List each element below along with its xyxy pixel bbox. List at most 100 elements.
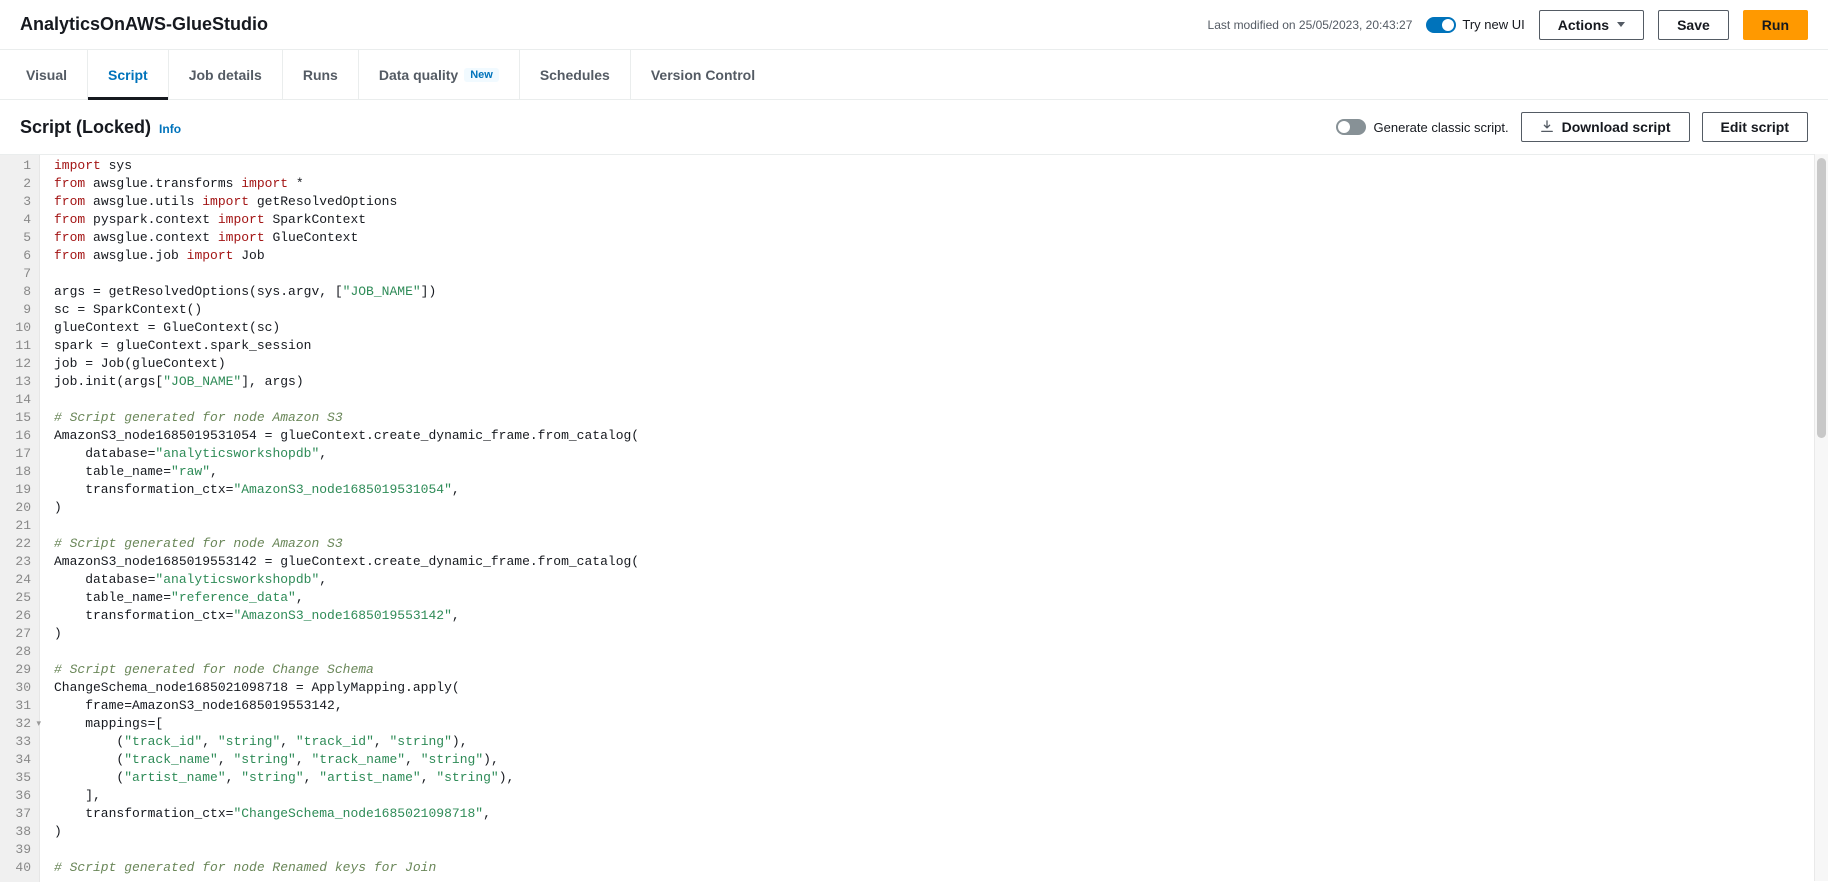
line-number: 18 bbox=[4, 463, 31, 481]
download-script-label: Download script bbox=[1562, 119, 1671, 135]
code-line[interactable] bbox=[54, 841, 1828, 859]
tabs-bar: Visual Script Job details Runs Data qual… bbox=[0, 50, 1828, 100]
line-number: 23 bbox=[4, 553, 31, 571]
code-line[interactable]: ) bbox=[54, 499, 1828, 517]
tab-version-control[interactable]: Version Control bbox=[631, 50, 775, 99]
job-title: AnalyticsOnAWS-GlueStudio bbox=[20, 14, 268, 35]
tab-label: Job details bbox=[189, 67, 262, 83]
generate-classic-toggle[interactable]: Generate classic script. bbox=[1336, 119, 1509, 135]
scrollbar-thumb[interactable] bbox=[1817, 158, 1826, 438]
code-line[interactable] bbox=[54, 265, 1828, 283]
line-number: 34 bbox=[4, 751, 31, 769]
info-link[interactable]: Info bbox=[159, 122, 181, 136]
download-script-button[interactable]: Download script bbox=[1521, 112, 1690, 142]
code-line[interactable]: transformation_ctx="AmazonS3_node1685019… bbox=[54, 481, 1828, 499]
code-line[interactable] bbox=[54, 643, 1828, 661]
code-line[interactable]: job.init(args["JOB_NAME"], args) bbox=[54, 373, 1828, 391]
code-line[interactable]: ("track_id", "string", "track_id", "stri… bbox=[54, 733, 1828, 751]
code-line[interactable]: glueContext = GlueContext(sc) bbox=[54, 319, 1828, 337]
line-number: 38 bbox=[4, 823, 31, 841]
run-button[interactable]: Run bbox=[1743, 10, 1808, 40]
toggle-switch-icon[interactable] bbox=[1426, 17, 1456, 33]
code-line[interactable]: ) bbox=[54, 625, 1828, 643]
tab-runs[interactable]: Runs bbox=[283, 50, 359, 99]
toggle-off-icon[interactable] bbox=[1336, 119, 1366, 135]
tab-label: Version Control bbox=[651, 67, 755, 83]
line-number: 13 bbox=[4, 373, 31, 391]
code-line[interactable]: ) bbox=[54, 823, 1828, 841]
script-locked-title: Script (Locked) bbox=[20, 117, 151, 138]
code-line[interactable]: table_name="raw", bbox=[54, 463, 1828, 481]
try-new-ui-toggle[interactable]: Try new UI bbox=[1426, 17, 1524, 33]
code-line[interactable]: mappings=[ bbox=[54, 715, 1828, 733]
code-line[interactable]: database="analyticsworkshopdb", bbox=[54, 445, 1828, 463]
tab-script[interactable]: Script bbox=[88, 50, 169, 99]
code-line[interactable]: # Script generated for node Renamed keys… bbox=[54, 859, 1828, 877]
code-editor[interactable]: 1234567891011121314151617181920212223242… bbox=[0, 155, 1828, 882]
code-line[interactable]: ], bbox=[54, 787, 1828, 805]
code-line[interactable]: AmazonS3_node1685019553142 = glueContext… bbox=[54, 553, 1828, 571]
tab-job-details[interactable]: Job details bbox=[169, 50, 283, 99]
tab-visual[interactable]: Visual bbox=[6, 50, 88, 99]
code-line[interactable]: # Script generated for node Change Schem… bbox=[54, 661, 1828, 679]
code-line[interactable]: from pyspark.context import SparkContext bbox=[54, 211, 1828, 229]
code-line[interactable]: ("artist_name", "string", "artist_name",… bbox=[54, 769, 1828, 787]
code-line[interactable] bbox=[54, 391, 1828, 409]
line-number: 17 bbox=[4, 445, 31, 463]
code-line[interactable]: from awsglue.utils import getResolvedOpt… bbox=[54, 193, 1828, 211]
code-line[interactable]: transformation_ctx="AmazonS3_node1685019… bbox=[54, 607, 1828, 625]
code-line[interactable]: table_name="reference_data", bbox=[54, 589, 1828, 607]
code-line[interactable]: AmazonS3_node1685019531054 = glueContext… bbox=[54, 427, 1828, 445]
edit-script-button[interactable]: Edit script bbox=[1702, 112, 1808, 142]
code-line[interactable]: # Script generated for node Amazon S3 bbox=[54, 535, 1828, 553]
header-actions: Last modified on 25/05/2023, 20:43:27 Tr… bbox=[1208, 10, 1808, 40]
line-number: 4 bbox=[4, 211, 31, 229]
code-line[interactable]: transformation_ctx="ChangeSchema_node168… bbox=[54, 805, 1828, 823]
code-line[interactable]: # Script generated for node Amazon S3 bbox=[54, 409, 1828, 427]
code-line[interactable]: from awsglue.transforms import * bbox=[54, 175, 1828, 193]
code-line[interactable]: spark = glueContext.spark_session bbox=[54, 337, 1828, 355]
code-line[interactable]: sc = SparkContext() bbox=[54, 301, 1828, 319]
line-number: 7 bbox=[4, 265, 31, 283]
line-number: 35 bbox=[4, 769, 31, 787]
code-line[interactable]: job = Job(glueContext) bbox=[54, 355, 1828, 373]
line-number: 27 bbox=[4, 625, 31, 643]
line-number: 24 bbox=[4, 571, 31, 589]
line-number: 28 bbox=[4, 643, 31, 661]
code-area[interactable]: import sysfrom awsglue.transforms import… bbox=[40, 155, 1828, 882]
scrollbar-vertical[interactable] bbox=[1814, 154, 1828, 881]
line-number: 37 bbox=[4, 805, 31, 823]
line-number: 39 bbox=[4, 841, 31, 859]
line-number: 30 bbox=[4, 679, 31, 697]
line-number: 36 bbox=[4, 787, 31, 805]
line-number: 5 bbox=[4, 229, 31, 247]
line-number: 11 bbox=[4, 337, 31, 355]
code-line[interactable] bbox=[54, 517, 1828, 535]
save-button[interactable]: Save bbox=[1658, 10, 1729, 40]
code-line[interactable]: ("track_name", "string", "track_name", "… bbox=[54, 751, 1828, 769]
line-number: 10 bbox=[4, 319, 31, 337]
code-line[interactable]: ChangeSchema_node1685021098718 = ApplyMa… bbox=[54, 679, 1828, 697]
code-line[interactable]: database="analyticsworkshopdb", bbox=[54, 571, 1828, 589]
tab-schedules[interactable]: Schedules bbox=[520, 50, 631, 99]
line-number: 26 bbox=[4, 607, 31, 625]
run-button-label: Run bbox=[1762, 17, 1789, 33]
try-new-ui-label: Try new UI bbox=[1462, 17, 1524, 32]
line-number: 3 bbox=[4, 193, 31, 211]
code-line[interactable]: frame=AmazonS3_node1685019553142, bbox=[54, 697, 1828, 715]
line-number: 33 bbox=[4, 733, 31, 751]
code-line[interactable]: from awsglue.context import GlueContext bbox=[54, 229, 1828, 247]
actions-button[interactable]: Actions bbox=[1539, 10, 1644, 40]
code-line[interactable]: args = getResolvedOptions(sys.argv, ["JO… bbox=[54, 283, 1828, 301]
last-modified-text: Last modified on 25/05/2023, 20:43:27 bbox=[1208, 18, 1413, 32]
download-icon bbox=[1540, 120, 1554, 134]
code-line[interactable]: import sys bbox=[54, 157, 1828, 175]
save-button-label: Save bbox=[1677, 17, 1710, 33]
tab-label: Visual bbox=[26, 67, 67, 83]
subheader-left: Script (Locked) Info bbox=[20, 117, 181, 138]
new-badge: New bbox=[464, 68, 499, 82]
line-number: 16 bbox=[4, 427, 31, 445]
actions-button-label: Actions bbox=[1558, 17, 1609, 33]
tab-data-quality[interactable]: Data quality New bbox=[359, 50, 520, 99]
code-line[interactable]: from awsglue.job import Job bbox=[54, 247, 1828, 265]
